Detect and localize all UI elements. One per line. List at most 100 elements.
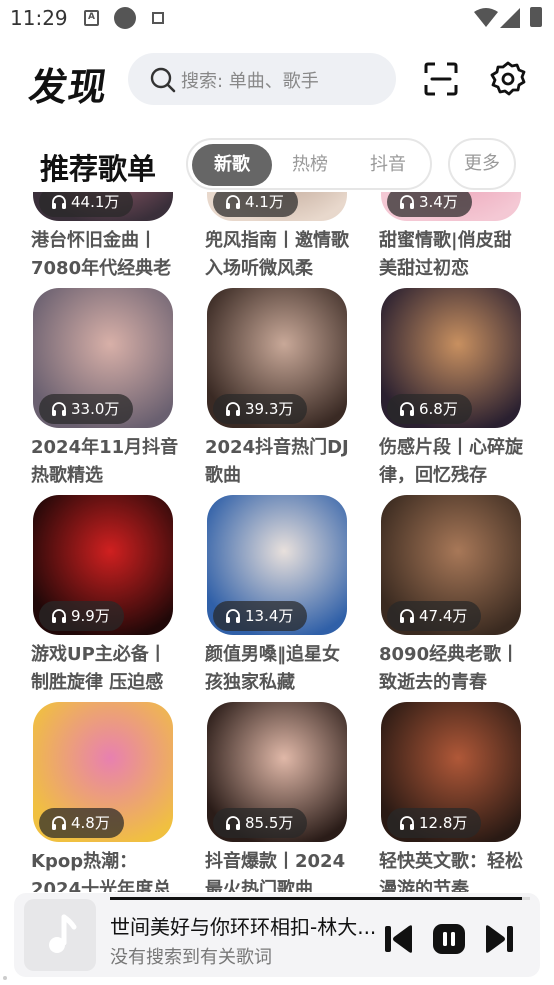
playlist-cover[interactable]: 39.3万	[207, 288, 347, 428]
tab-hot-chart[interactable]: 热榜	[270, 144, 350, 186]
search-bar[interactable]: 搜索: 单曲、歌手	[128, 53, 396, 105]
song-title: 世间美好与你环环相扣-林大...	[110, 915, 377, 939]
next-icon[interactable]	[482, 923, 516, 955]
previous-icon[interactable]	[382, 923, 416, 955]
playlist-cover[interactable]: 12.8万	[381, 702, 521, 842]
header: 发现 搜索: 单曲、歌手	[0, 50, 554, 110]
page-title: 发现	[26, 65, 111, 109]
headphones-icon	[52, 609, 66, 623]
tab-douyin[interactable]: 抖音	[348, 144, 428, 186]
playlist-cover[interactable]: 9.9万	[33, 495, 173, 635]
playlist-cover[interactable]: 33.0万	[33, 288, 173, 428]
section-title: 推荐歌单	[40, 152, 157, 186]
playlist-card[interactable]: 4.8万 Kpop热潮：2024十光年度总结	[31, 702, 173, 892]
notification-a-icon: A	[84, 10, 99, 26]
playlist-title: 2024年11月抖音热歌精选	[31, 437, 179, 486]
progress-fill	[110, 897, 522, 900]
playlist-cover[interactable]: 4.1万	[207, 192, 347, 221]
player-artwork[interactable]	[24, 899, 96, 971]
headphones-icon	[400, 402, 414, 416]
headphones-icon	[400, 195, 414, 209]
headphones-icon	[400, 816, 414, 830]
status-time: 11:29	[10, 6, 68, 30]
playlist-card[interactable]: 9.9万游戏UP主必备丨制胜旋律 压迫感	[31, 495, 173, 695]
play-count: 9.9万	[71, 607, 110, 625]
playlist-cover[interactable]: 6.8万	[381, 288, 521, 428]
play-count-badge: 44.1万	[39, 192, 134, 217]
playlist-cover[interactable]: 3.4万	[381, 192, 521, 221]
play-count-badge: 33.0万	[39, 394, 134, 424]
playlist-title: 颜值男嗓‖追星女孩独家私藏	[205, 644, 340, 693]
playlist-card[interactable]: 44.1万港台怀旧金曲丨7080年代经典老	[31, 192, 173, 281]
playlist-title: 游戏UP主必备丨制胜旋律 压迫感	[31, 644, 167, 693]
recommended-playlists-header: 推荐歌单 新歌 热榜 抖音 更多	[0, 138, 554, 190]
playlist-cover[interactable]: 44.1万	[33, 192, 173, 221]
playlist-title: 伤感片段丨心碎旋律，回忆残存	[379, 437, 523, 486]
playlist-title: 甜蜜情歌|俏皮甜美甜过初恋	[379, 230, 512, 279]
playlist-title: 8090经典老歌丨致逝去的青春	[379, 644, 520, 693]
play-count: 6.8万	[419, 400, 458, 418]
headphones-icon	[226, 402, 240, 416]
settings-icon[interactable]	[490, 61, 526, 97]
playlist-cover[interactable]: 47.4万	[381, 495, 521, 635]
playlist-title: 2024抖音热门DJ歌曲	[205, 437, 349, 486]
playlist-card[interactable]: 85.5万抖音爆款丨2024最火热门歌曲	[205, 702, 347, 892]
playlist-grid-viewport[interactable]: 44.1万 港台怀旧金曲丨7080年代经典老 4.1万 兜风指南丨邀情歌入场听微风柔 3…	[0, 192, 554, 892]
progress-bar[interactable]	[110, 897, 530, 900]
play-count: 12.8万	[419, 814, 468, 832]
play-count-badge: 9.9万	[39, 601, 124, 631]
play-count: 47.4万	[419, 607, 468, 625]
wifi-icon	[474, 8, 498, 27]
headphones-icon	[400, 609, 414, 623]
playlist-card[interactable]: 6.8万伤感片段丨心碎旋律，回忆残存	[379, 288, 523, 488]
play-count: 85.5万	[245, 814, 294, 832]
play-count: 4.8万	[71, 814, 110, 832]
song-lyric: 没有搜索到有关歌词	[110, 947, 272, 968]
playlist-cover[interactable]: 4.8万	[33, 702, 173, 842]
play-count: 44.1万	[71, 193, 120, 211]
home-indicator	[3, 976, 7, 980]
playlist-card[interactable]: 33.0万 2024年11月抖音热歌精选	[31, 288, 178, 488]
headphones-icon	[52, 195, 66, 209]
headphones-icon	[52, 402, 66, 416]
playlist-card[interactable]: 3.4万甜蜜情歌|俏皮甜美甜过初恋	[379, 192, 521, 281]
playlist-title: 兜风指南丨邀情歌入场听微风柔	[205, 230, 349, 279]
circle-icon	[114, 7, 136, 29]
headphones-icon	[226, 816, 240, 830]
play-count-badge: 47.4万	[387, 601, 482, 631]
more-button[interactable]: 更多	[448, 138, 516, 190]
play-count-badge: 39.3万	[213, 394, 308, 424]
search-icon	[150, 67, 176, 93]
playlist-cover[interactable]: 13.4万	[207, 495, 347, 635]
playlist-card[interactable]: 13.4万颜值男嗓‖追星女孩独家私藏	[205, 495, 347, 695]
play-count: 4.1万	[245, 193, 284, 211]
playlist-title: 港台怀旧金曲丨7080年代经典老	[31, 230, 172, 279]
square-icon	[152, 12, 164, 24]
playlist-title: 抖音爆款丨2024最火热门歌曲	[205, 851, 346, 892]
music-note-icon	[49, 914, 77, 953]
play-count-badge: 6.8万	[387, 394, 472, 424]
playlist-card[interactable]: 47.4万 8090经典老歌丨致逝去的青春	[379, 495, 521, 695]
playlist-title: 轻快英文歌：轻松漫游的节奏	[379, 851, 523, 892]
playlist-card[interactable]: 39.3万 2024抖音热门DJ歌曲	[205, 288, 349, 488]
status-bar: 11:29 A	[0, 0, 554, 38]
play-count: 3.4万	[419, 193, 458, 211]
scan-icon[interactable]	[424, 62, 458, 96]
play-count-badge: 13.4万	[213, 601, 308, 631]
playlist-card[interactable]: 12.8万轻快英文歌：轻松漫游的节奏	[379, 702, 523, 892]
headphones-icon	[226, 609, 240, 623]
tab-new-songs[interactable]: 新歌	[192, 144, 272, 186]
pause-icon[interactable]	[432, 923, 466, 955]
mini-player[interactable]: 世间美好与你环环相扣-林大... 没有搜索到有关歌词	[14, 893, 540, 977]
search-placeholder: 搜索: 单曲、歌手	[181, 71, 319, 92]
play-count-badge: 85.5万	[213, 808, 308, 838]
playlist-title: Kpop热潮：2024十光年度总结	[31, 851, 172, 892]
play-count-badge: 12.8万	[387, 808, 482, 838]
play-count-badge: 4.1万	[213, 192, 298, 217]
playlist-card[interactable]: 4.1万兜风指南丨邀情歌入场听微风柔	[205, 192, 349, 281]
play-count-badge: 3.4万	[387, 192, 472, 217]
play-count-badge: 4.8万	[39, 808, 124, 838]
cell-signal-icon	[500, 8, 520, 28]
playlist-cover[interactable]: 85.5万	[207, 702, 347, 842]
play-count: 39.3万	[245, 400, 294, 418]
